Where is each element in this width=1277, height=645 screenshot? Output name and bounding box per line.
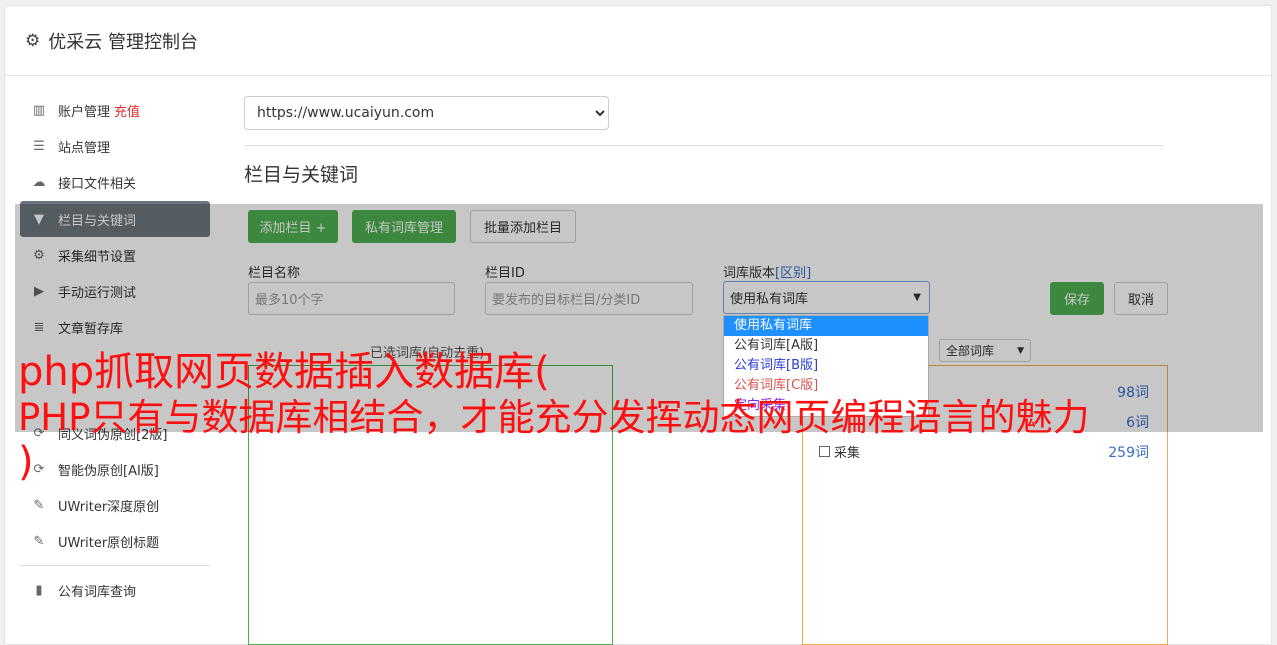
card-header: ⚙ 优采云 管理控制台 — [5, 6, 1271, 76]
headline-line: php抓取网页数据插入数据库( — [18, 349, 550, 395]
cloud-upload-icon: ☁ — [32, 174, 46, 190]
headline-overlay: php抓取网页数据插入数据库( PHP只有与数据库相结合，才能充分发挥动态网页编… — [18, 350, 1268, 485]
sidebar-item-label: 账户管理 — [58, 104, 111, 120]
bar-chart-icon: ▥ — [32, 102, 46, 118]
divider — [244, 145, 1164, 146]
sidebar-item-account[interactable]: ▥ 账户管理 充值 — [20, 92, 210, 128]
site-select[interactable]: https://www.ucaiyun.com — [244, 96, 609, 130]
gear-icon: ⚙ — [25, 30, 41, 51]
recharge-link[interactable]: 充值 — [114, 101, 140, 120]
sidebar-item-sites[interactable]: ☰ 站点管理 — [20, 128, 210, 164]
page-title: 优采云 管理控制台 — [48, 31, 198, 53]
sidebar-item-uwriter-title[interactable]: ✎ UWriter原创标题 — [20, 523, 210, 559]
sidebar-item-label: 公有词库查询 — [58, 584, 137, 600]
section-title: 栏目与关键词 — [244, 164, 359, 186]
sidebar-item-label: 接口文件相关 — [58, 176, 137, 192]
server-icon: ☰ — [33, 138, 45, 154]
sidebar-item-label: UWriter原创标题 — [58, 535, 160, 551]
headline-line: ) — [18, 439, 34, 485]
sidebar-item-interface[interactable]: ☁ 接口文件相关 — [20, 164, 210, 200]
book-icon: ▮ — [35, 582, 43, 598]
sidebar-item-label: 站点管理 — [58, 140, 111, 156]
sidebar-item-uwriter-deep[interactable]: ✎ UWriter深度原创 — [20, 487, 210, 523]
edit-icon: ✎ — [33, 533, 45, 549]
sidebar-item-label: UWriter深度原创 — [58, 499, 160, 515]
main-content: https://www.ucaiyun.com — [244, 96, 1164, 130]
sidebar-divider — [20, 565, 210, 566]
edit-icon: ✎ — [33, 497, 45, 513]
dropdown-option-private[interactable]: 使用私有词库 — [724, 316, 928, 336]
sidebar-item-public-lexicon[interactable]: ▮ 公有词库查询 — [20, 572, 210, 608]
headline-line: PHP只有与数据库相结合，才能充分发挥动态网页编程语言的魅力 — [18, 396, 1090, 439]
